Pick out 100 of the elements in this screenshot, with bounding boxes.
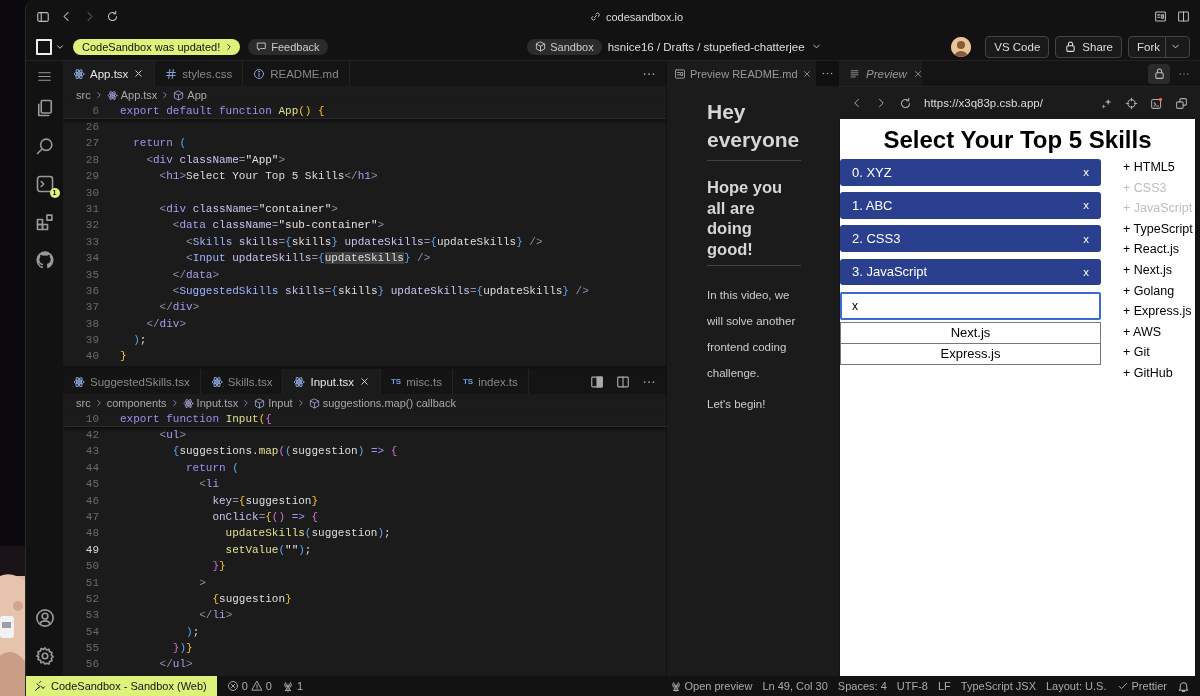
skill-input[interactable]: x bbox=[840, 291, 1101, 320]
remote-icon bbox=[34, 680, 46, 692]
code-line: return ( bbox=[185, 460, 239, 476]
address-text[interactable]: codesandbox.io bbox=[605, 10, 684, 23]
breadcrumb-item[interactable]: components bbox=[106, 397, 167, 409]
antenna-icon bbox=[669, 680, 682, 692]
line-number: 54 bbox=[84, 624, 99, 640]
suggested-skill[interactable]: + GitHub bbox=[1123, 362, 1193, 384]
code-line: <div className="App"> bbox=[145, 152, 286, 168]
lock-icon bbox=[1152, 67, 1166, 80]
react-icon bbox=[182, 397, 194, 409]
code-line: <data className="sub-container"> bbox=[171, 218, 385, 234]
error-count[interactable]: 0 bbox=[241, 680, 248, 692]
suggested-skill[interactable]: + Golang bbox=[1123, 280, 1193, 302]
readme-heading: Hey everyone bbox=[707, 99, 801, 153]
line-number: 42 bbox=[84, 428, 99, 443]
status-item[interactable]: Layout: U.S. bbox=[1046, 680, 1107, 692]
reload-icon[interactable] bbox=[899, 96, 912, 110]
remove-button[interactable]: x bbox=[1083, 265, 1089, 278]
status-item[interactable]: Open preview bbox=[684, 680, 753, 692]
ports-count[interactable]: 1 bbox=[297, 680, 304, 692]
terminal-icon[interactable] bbox=[1150, 96, 1163, 110]
sidebar-icon[interactable] bbox=[36, 9, 50, 24]
update-notice[interactable]: CodeSandbox was updated! bbox=[73, 38, 241, 55]
preview-tab[interactable]: Preview bbox=[839, 61, 922, 86]
reload-icon[interactable] bbox=[106, 10, 119, 23]
suggested-skill[interactable]: + React.js bbox=[1123, 239, 1193, 260]
remove-button[interactable]: x bbox=[1083, 199, 1089, 212]
breadcrumb-item[interactable]: src bbox=[76, 397, 91, 409]
suggested-skill[interactable]: + Git bbox=[1123, 342, 1193, 363]
code-line: </ul> bbox=[158, 657, 193, 673]
terminal-icon[interactable] bbox=[34, 174, 55, 194]
line-number: 43 bbox=[84, 444, 99, 460]
status-item[interactable]: Ln 49, Col 30 bbox=[762, 680, 828, 692]
feedback-button[interactable]: Feedback bbox=[248, 38, 328, 55]
github-icon[interactable] bbox=[34, 250, 55, 270]
windows-icon[interactable] bbox=[1175, 96, 1188, 110]
status-item[interactable]: UTF-8 bbox=[896, 680, 928, 692]
avatar[interactable] bbox=[951, 36, 972, 57]
suggested-skill[interactable]: + Next.js bbox=[1123, 259, 1193, 281]
share-button[interactable]: Share bbox=[1055, 35, 1122, 58]
breadcrumb-item[interactable]: App bbox=[187, 89, 207, 101]
code-line: })} bbox=[171, 641, 193, 657]
suggested-skill[interactable]: + Express.js bbox=[1123, 301, 1193, 322]
settings-icon[interactable] bbox=[34, 646, 55, 666]
breadcrumb-item[interactable]: Input.tsx bbox=[196, 397, 239, 409]
bell-icon[interactable] bbox=[1177, 679, 1190, 693]
close-icon[interactable] bbox=[358, 376, 370, 387]
line-number: 29 bbox=[84, 169, 99, 185]
react-icon bbox=[106, 89, 118, 101]
menu-icon[interactable] bbox=[37, 69, 52, 84]
line-number: 48 bbox=[84, 526, 99, 542]
status-item[interactable]: Spaces: 4 bbox=[837, 680, 887, 692]
split-editor-icon[interactable] bbox=[616, 374, 630, 389]
skill-label: 2. CSS3 bbox=[852, 231, 901, 247]
react-icon bbox=[210, 375, 223, 388]
lines-icon bbox=[849, 68, 860, 79]
remove-button[interactable]: x bbox=[1083, 232, 1089, 245]
suggestion-item[interactable]: Next.js bbox=[840, 321, 1101, 344]
editor-tab[interactable]: Input.tsx bbox=[283, 369, 381, 394]
crosshair-icon[interactable] bbox=[1125, 96, 1138, 110]
breadcrumb-item[interactable]: src bbox=[76, 89, 91, 101]
extensions-icon[interactable] bbox=[34, 212, 55, 232]
breadcrumb-item[interactable]: Input bbox=[268, 397, 293, 409]
lock-button[interactable] bbox=[1148, 63, 1170, 84]
sandbox-path[interactable]: hsnice16 / Drafts / stupefied-chatterjee bbox=[607, 40, 805, 53]
reader-icon[interactable] bbox=[1154, 10, 1167, 23]
sidebar-icon[interactable] bbox=[1177, 10, 1190, 23]
status-item[interactable]: Prettier bbox=[1131, 680, 1167, 692]
line-number: 6 bbox=[91, 104, 99, 118]
readme-subheading: Hope you all are doing good! bbox=[707, 177, 784, 259]
info-icon bbox=[253, 67, 266, 80]
line-number: 27 bbox=[84, 136, 99, 152]
breadcrumb-item[interactable]: suggestions.map() callback bbox=[322, 397, 456, 409]
suggestion-item[interactable]: Express.js bbox=[840, 342, 1101, 365]
suggested-skill[interactable]: + HTML5 bbox=[1123, 157, 1193, 178]
preview-icon bbox=[674, 67, 686, 80]
remove-button[interactable]: x bbox=[1083, 166, 1089, 179]
search-icon[interactable] bbox=[34, 136, 55, 156]
ts-file-icon: TS bbox=[462, 377, 474, 386]
breadcrumb-item[interactable]: App.tsx bbox=[120, 89, 158, 101]
panel-icon[interactable] bbox=[590, 374, 604, 389]
suggested-skill[interactable]: + TypeScript bbox=[1123, 218, 1193, 240]
account-icon[interactable] bbox=[34, 608, 55, 628]
fork-button[interactable]: Fork bbox=[1128, 35, 1190, 58]
suggested-skill[interactable]: + AWS bbox=[1123, 321, 1193, 343]
editor-tab[interactable]: App.tsx bbox=[63, 61, 156, 86]
close-icon[interactable] bbox=[133, 68, 145, 79]
warning-count[interactable]: 0 bbox=[265, 680, 272, 692]
remote-indicator[interactable]: CodeSandbox - Sandbox (Web) bbox=[26, 676, 217, 696]
line-number: 34 bbox=[84, 251, 99, 267]
line-number: 35 bbox=[84, 267, 99, 283]
status-item[interactable]: LF bbox=[937, 680, 951, 692]
preview-readme-tab[interactable]: Preview README.md bbox=[667, 61, 816, 86]
editor-button[interactable]: VS Code bbox=[985, 35, 1050, 58]
logo-icon[interactable] bbox=[36, 38, 52, 55]
url-field[interactable]: https://x3q83p.csb.app/ bbox=[924, 97, 1088, 109]
status-item[interactable]: TypeScript JSX bbox=[960, 680, 1036, 692]
close-icon[interactable] bbox=[912, 68, 923, 79]
line-number: 38 bbox=[84, 316, 99, 332]
